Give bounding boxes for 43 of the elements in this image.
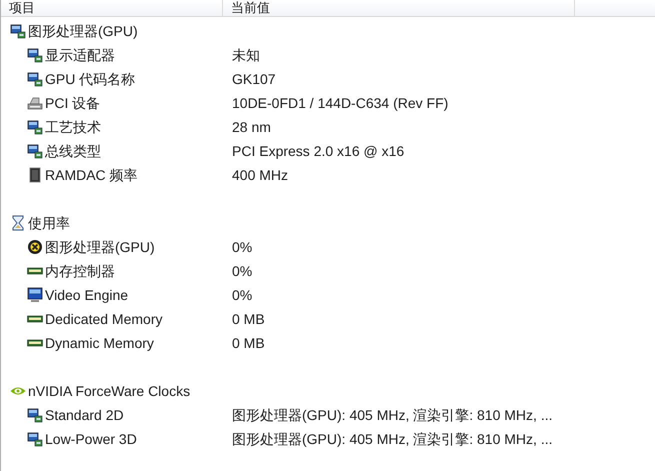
column-header[interactable]: 项目	[1, 0, 223, 16]
item-label[interactable]: Standard 2D	[45, 404, 124, 426]
item-value: 0 MB	[231, 310, 265, 328]
item-label[interactable]: RAMDAC 频率	[45, 164, 138, 186]
item-value: 未知	[231, 46, 260, 64]
item-value: 400 MHz	[231, 166, 288, 184]
item-value: GK107	[231, 70, 276, 88]
item-label[interactable]: GPU 代码名称	[45, 68, 136, 90]
item-value: 图形处理器(GPU): 405 MHz, 渲染引擎: 810 MHz, ...	[231, 430, 552, 449]
monitor-icon	[27, 287, 43, 303]
item-value: 0%	[231, 238, 252, 256]
computer-icon	[27, 407, 43, 423]
item-label[interactable]: 总线类型	[45, 140, 101, 162]
hourglass-icon	[10, 215, 26, 231]
item-label[interactable]: PCI 设备	[45, 92, 100, 114]
computer-icon	[27, 47, 43, 63]
item-label[interactable]: 显示适配器	[45, 44, 115, 66]
item-label[interactable]: Dynamic Memory	[45, 332, 154, 354]
card-slot-icon	[27, 95, 43, 111]
group-label[interactable]: 图形处理器(GPU)	[28, 20, 138, 42]
item-label[interactable]: 内存控制器	[45, 260, 115, 282]
item-label[interactable]: Low-Power 3D	[45, 428, 137, 450]
item-value: 图形处理器(GPU): 405 MHz, 渲染引擎: 810 MHz, ...	[231, 406, 552, 425]
warning-circle-icon	[27, 239, 43, 255]
computer-icon	[27, 143, 43, 159]
item-value: 28 nm	[231, 118, 271, 136]
group-label[interactable]: 使用率	[28, 212, 70, 234]
chip-icon	[27, 167, 43, 183]
column-header[interactable]: 当前值	[223, 0, 575, 16]
item-label[interactable]: Dedicated Memory	[45, 308, 162, 330]
computer-icon	[27, 71, 43, 87]
item-value: PCI Express 2.0 x16 @ x16	[231, 142, 404, 161]
computer-icon	[27, 119, 43, 135]
computer-icon	[10, 23, 26, 39]
item-value: 0 MB	[231, 334, 265, 352]
item-label[interactable]: Video Engine	[45, 284, 128, 306]
item-value: 10DE-0FD1 / 144D-C634 (Rev FF)	[231, 94, 448, 113]
item-label[interactable]: 工艺技术	[45, 116, 101, 138]
item-value: 0%	[231, 286, 252, 304]
item-label[interactable]: 图形处理器(GPU)	[45, 236, 155, 258]
computer-icon	[27, 431, 43, 447]
group-label[interactable]: nVIDIA ForceWare Clocks	[28, 380, 190, 402]
item-value: 0%	[231, 262, 252, 280]
